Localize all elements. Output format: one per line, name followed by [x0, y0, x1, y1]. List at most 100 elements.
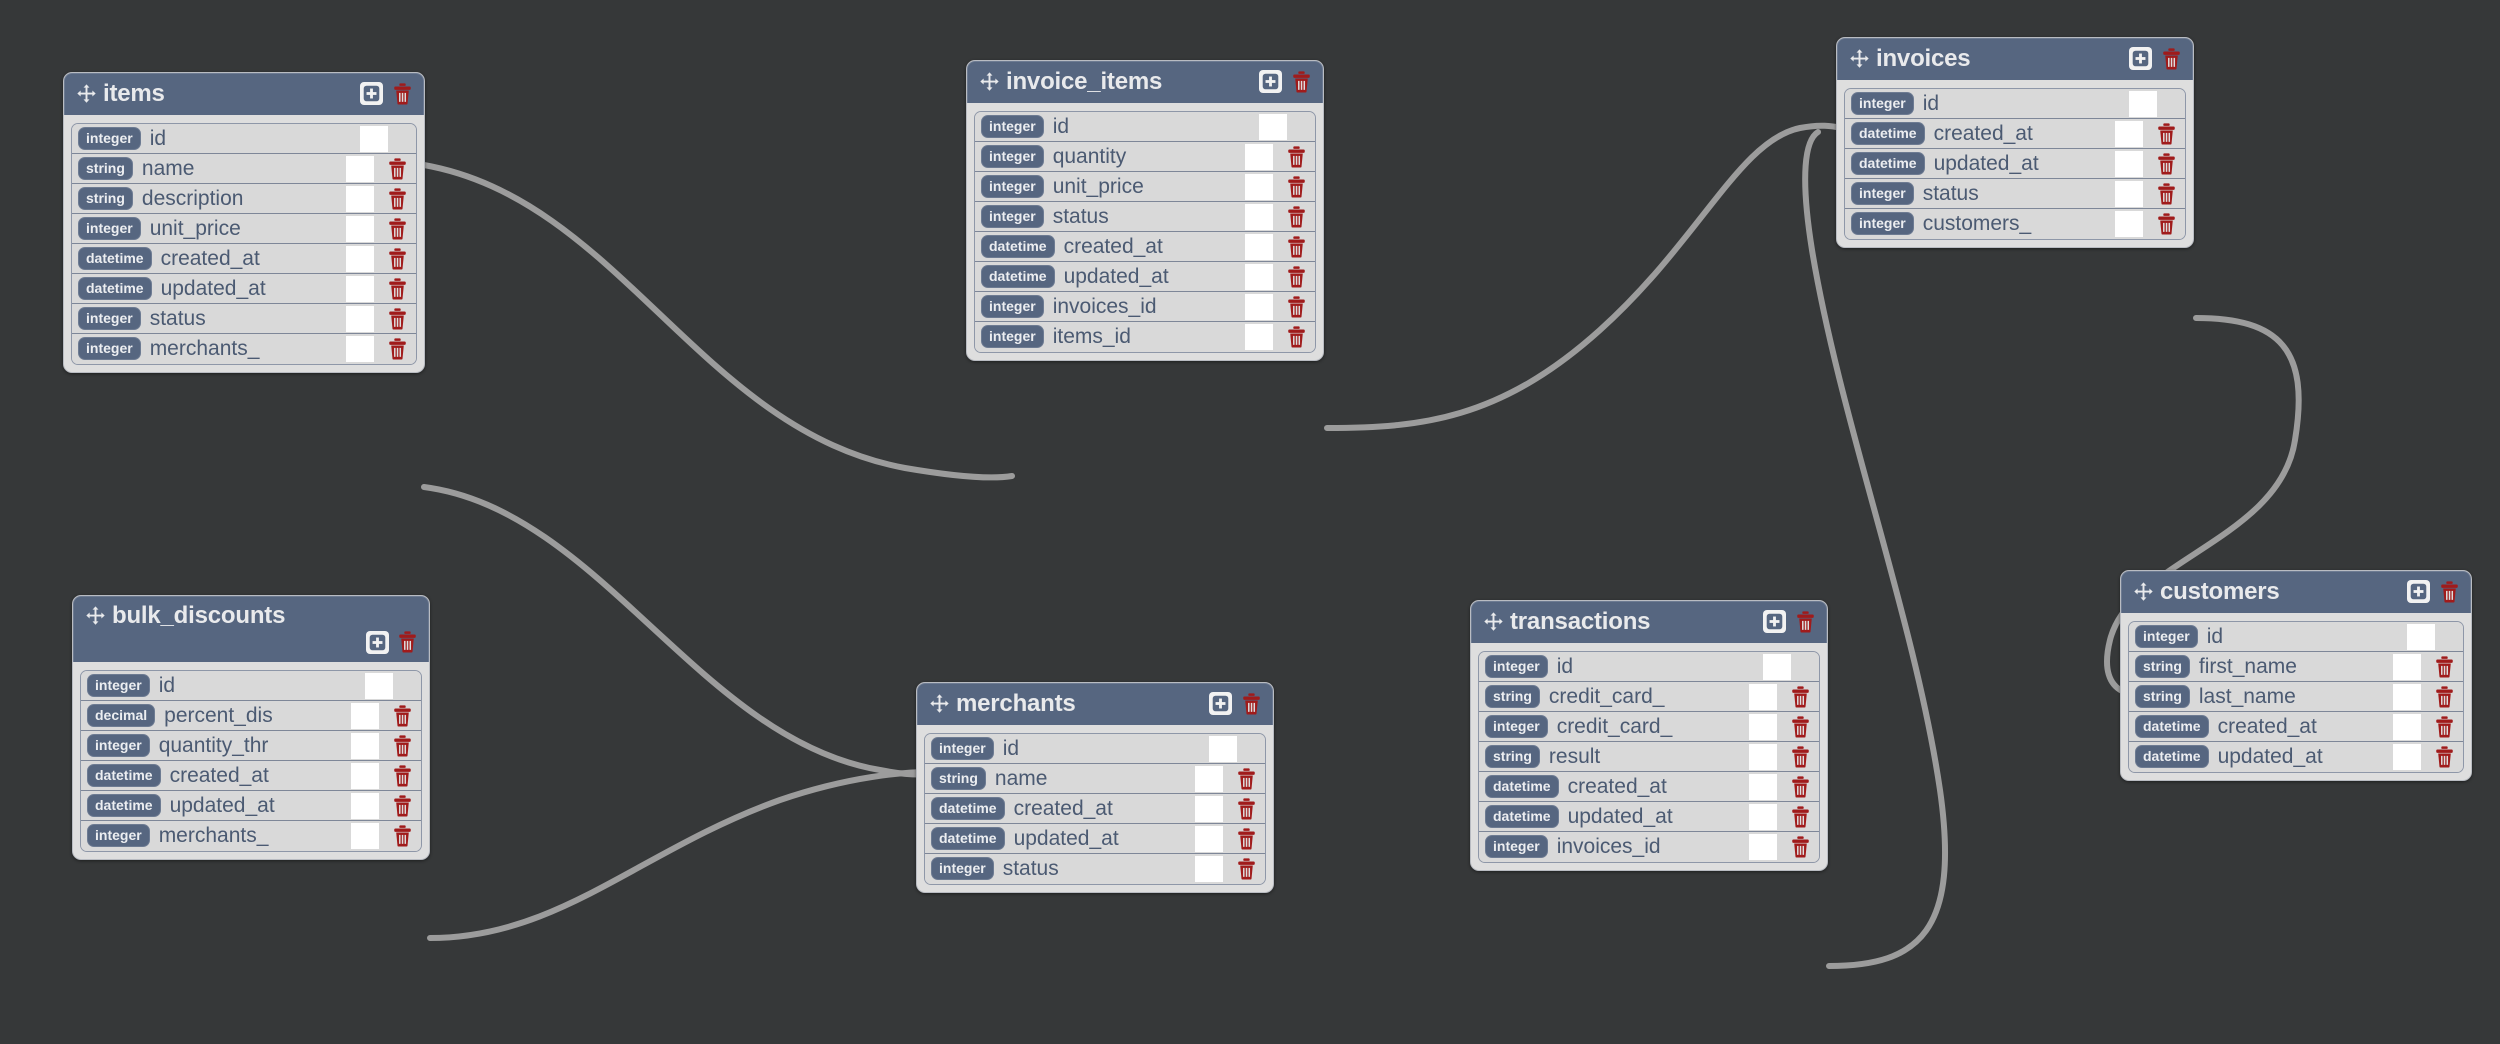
- field-row[interactable]: integer id: [81, 670, 421, 701]
- field-name-input[interactable]: [346, 245, 374, 272]
- delete-field-button[interactable]: [1791, 776, 1810, 798]
- field-name-input[interactable]: [351, 762, 379, 789]
- field-name-input[interactable]: [351, 732, 379, 759]
- field-row[interactable]: datetime updated_at: [2129, 741, 2463, 772]
- field-row[interactable]: integer id: [1845, 88, 2185, 119]
- field-name-input[interactable]: [346, 185, 374, 212]
- field-row[interactable]: integer id: [72, 123, 416, 154]
- field-row[interactable]: string name: [72, 153, 416, 184]
- field-type-pill[interactable]: integer: [981, 325, 1044, 349]
- field-name-input[interactable]: [2407, 623, 2435, 650]
- field-type-pill[interactable]: datetime: [2135, 714, 2209, 738]
- add-field-button[interactable]: [360, 82, 383, 106]
- field-type-pill[interactable]: datetime: [1851, 121, 1925, 145]
- field-type-pill[interactable]: integer: [981, 114, 1044, 138]
- field-row[interactable]: datetime updated_at: [925, 823, 1265, 854]
- field-type-pill[interactable]: integer: [981, 204, 1044, 228]
- delete-field-button[interactable]: [388, 338, 407, 360]
- field-name-input[interactable]: [1195, 795, 1223, 822]
- field-type-pill[interactable]: integer: [78, 126, 141, 150]
- delete-field-button[interactable]: [393, 705, 412, 727]
- field-type-pill[interactable]: datetime: [1485, 804, 1559, 828]
- delete-table-button[interactable]: [2439, 580, 2459, 603]
- field-name-input[interactable]: [1195, 825, 1223, 852]
- field-type-pill[interactable]: integer: [981, 144, 1044, 168]
- move-cross-icon[interactable]: [2133, 581, 2154, 602]
- move-cross-icon[interactable]: [76, 83, 97, 104]
- field-type-pill[interactable]: datetime: [981, 234, 1055, 258]
- delete-field-button[interactable]: [1791, 836, 1810, 858]
- field-type-pill[interactable]: integer: [1851, 212, 1914, 236]
- delete-field-button[interactable]: [1237, 828, 1256, 850]
- delete-field-button[interactable]: [2157, 183, 2176, 205]
- field-type-pill[interactable]: string: [1485, 684, 1540, 708]
- field-type-pill[interactable]: integer: [931, 857, 994, 881]
- field-name-input[interactable]: [1749, 803, 1777, 830]
- field-name-input[interactable]: [351, 822, 379, 849]
- field-row[interactable]: string name: [925, 763, 1265, 794]
- field-name-input[interactable]: [2393, 653, 2421, 680]
- delete-table-button[interactable]: [1795, 610, 1815, 633]
- field-name-input[interactable]: [346, 305, 374, 332]
- table-header-bulk_discounts[interactable]: bulk_discounts: [73, 596, 429, 662]
- delete-field-button[interactable]: [1791, 806, 1810, 828]
- table-header-customers[interactable]: customers: [2121, 571, 2471, 613]
- field-type-pill[interactable]: integer: [87, 733, 150, 757]
- delete-field-button[interactable]: [393, 735, 412, 757]
- field-name-input[interactable]: [1209, 735, 1237, 762]
- field-row[interactable]: string description: [72, 183, 416, 214]
- field-name-input[interactable]: [351, 792, 379, 819]
- delete-table-button[interactable]: [397, 631, 417, 654]
- table-header-transactions[interactable]: transactions: [1471, 601, 1827, 643]
- field-row[interactable]: integer credit_card_: [1479, 711, 1819, 742]
- field-type-pill[interactable]: datetime: [1485, 774, 1559, 798]
- field-name-input[interactable]: [2393, 713, 2421, 740]
- field-type-pill[interactable]: datetime: [931, 796, 1005, 820]
- field-type-pill[interactable]: integer: [2135, 624, 2198, 648]
- field-name-input[interactable]: [2115, 150, 2143, 177]
- field-name-input[interactable]: [1245, 263, 1273, 290]
- delete-field-button[interactable]: [1237, 798, 1256, 820]
- field-name-input[interactable]: [1245, 203, 1273, 230]
- delete-field-button[interactable]: [1287, 296, 1306, 318]
- field-row[interactable]: integer invoices_id: [1479, 831, 1819, 862]
- field-type-pill[interactable]: integer: [87, 673, 150, 697]
- field-row[interactable]: integer items_id: [975, 321, 1315, 352]
- field-row[interactable]: integer id: [975, 111, 1315, 142]
- move-cross-icon[interactable]: [85, 605, 106, 626]
- field-name-input[interactable]: [1245, 173, 1273, 200]
- field-type-pill[interactable]: string: [78, 156, 133, 180]
- field-row[interactable]: integer merchants_: [81, 820, 421, 851]
- field-row[interactable]: datetime updated_at: [72, 273, 416, 304]
- field-type-pill[interactable]: string: [2135, 654, 2190, 678]
- field-row[interactable]: datetime created_at: [1845, 118, 2185, 149]
- table-card-merchants[interactable]: merchants integer id string name datetime crea…: [916, 682, 1274, 893]
- field-name-input[interactable]: [2115, 180, 2143, 207]
- field-type-pill[interactable]: datetime: [87, 763, 161, 787]
- field-row[interactable]: integer quantity_thr: [81, 730, 421, 761]
- add-field-button[interactable]: [1209, 692, 1232, 716]
- add-field-button[interactable]: [2407, 580, 2430, 604]
- delete-field-button[interactable]: [2157, 123, 2176, 145]
- field-row[interactable]: integer quantity: [975, 141, 1315, 172]
- table-card-bulk_discounts[interactable]: bulk_discounts integer id decimal percent_di…: [72, 595, 430, 860]
- delete-field-button[interactable]: [1791, 716, 1810, 738]
- delete-field-button[interactable]: [1287, 146, 1306, 168]
- add-field-button[interactable]: [1259, 70, 1282, 94]
- field-name-input[interactable]: [1259, 113, 1287, 140]
- delete-field-button[interactable]: [2435, 656, 2454, 678]
- field-row[interactable]: datetime created_at: [81, 760, 421, 791]
- field-type-pill[interactable]: datetime: [87, 793, 161, 817]
- move-cross-icon[interactable]: [979, 71, 1000, 92]
- field-name-input[interactable]: [346, 335, 374, 362]
- field-name-input[interactable]: [346, 215, 374, 242]
- delete-field-button[interactable]: [388, 218, 407, 240]
- field-type-pill[interactable]: datetime: [931, 826, 1005, 850]
- delete-field-button[interactable]: [388, 248, 407, 270]
- field-type-pill[interactable]: string: [2135, 684, 2190, 708]
- field-row[interactable]: datetime created_at: [975, 231, 1315, 262]
- field-name-input[interactable]: [2129, 90, 2157, 117]
- add-field-button[interactable]: [2129, 47, 2152, 71]
- field-row[interactable]: datetime created_at: [72, 243, 416, 274]
- field-row[interactable]: integer invoices_id: [975, 291, 1315, 322]
